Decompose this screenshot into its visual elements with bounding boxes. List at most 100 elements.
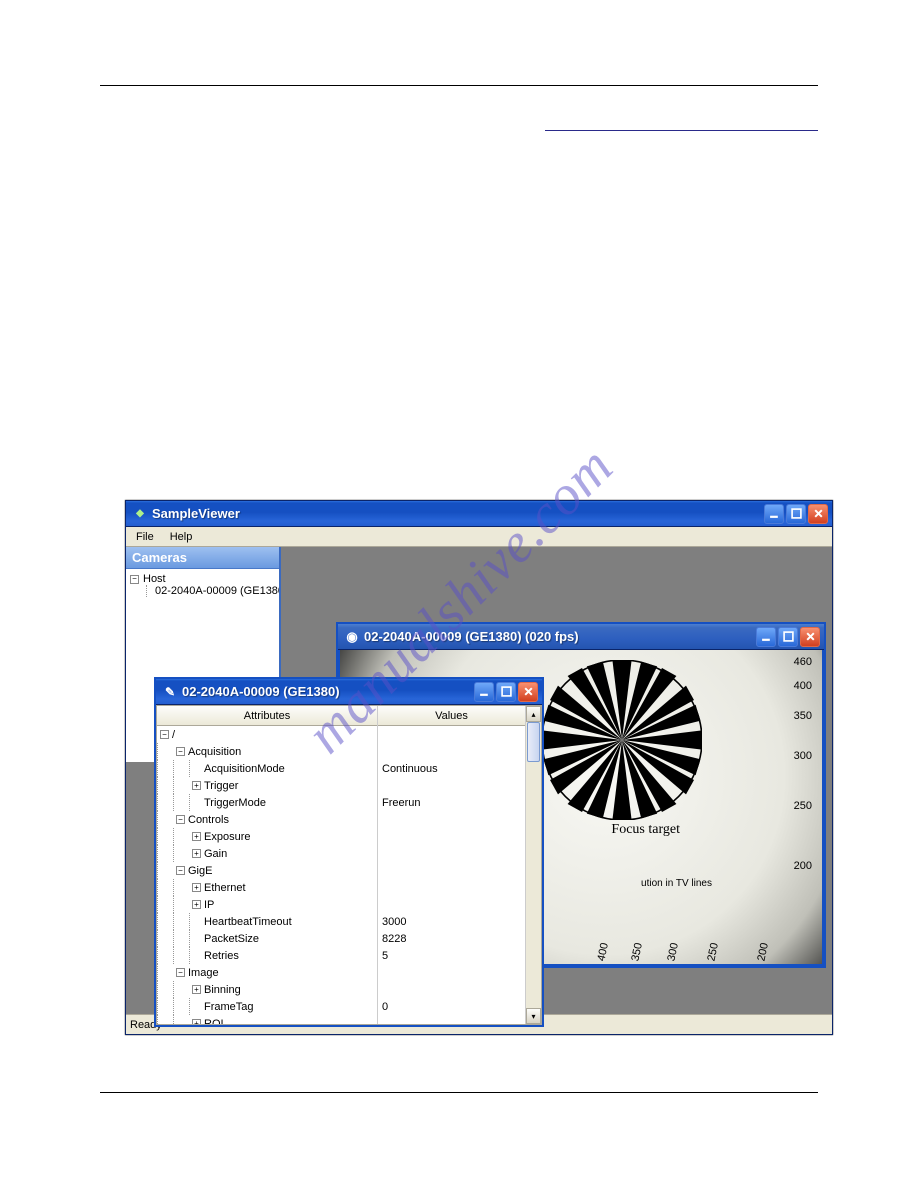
attr-value-cell[interactable] xyxy=(378,1015,525,1024)
tick-right: 350 xyxy=(794,710,812,722)
focus-target-label: Focus target xyxy=(611,822,680,838)
live-minimize-button[interactable] xyxy=(756,627,776,647)
tick-right: 400 xyxy=(794,680,812,692)
attr-value-cell[interactable] xyxy=(378,777,525,794)
main-titlebar[interactable]: ◆ SampleViewer xyxy=(126,501,832,527)
column-header-values[interactable]: Values xyxy=(378,706,525,726)
attr-tree-row[interactable]: −Image xyxy=(157,964,377,981)
attr-tree-row[interactable]: Retries xyxy=(157,947,377,964)
attr-value-cell[interactable] xyxy=(378,981,525,998)
expander-icon[interactable]: + xyxy=(192,883,201,892)
attr-value-cell[interactable] xyxy=(378,964,525,981)
attr-minimize-button[interactable] xyxy=(474,682,494,702)
scroll-thumb[interactable] xyxy=(527,722,540,762)
attr-tree-row[interactable]: −GigE xyxy=(157,862,377,879)
scroll-track[interactable] xyxy=(526,722,541,1008)
menu-file[interactable]: File xyxy=(128,529,162,545)
expander-icon[interactable]: + xyxy=(192,781,201,790)
attr-value-cell[interactable]: 5 xyxy=(378,947,525,964)
attr-close-button[interactable] xyxy=(518,682,538,702)
attr-tree-row[interactable]: +Gain xyxy=(157,845,377,862)
tick-right: 250 xyxy=(794,800,812,812)
expander-icon[interactable]: + xyxy=(192,849,201,858)
attr-tree-row[interactable]: +Ethernet xyxy=(157,879,377,896)
expander-icon[interactable]: − xyxy=(160,730,169,739)
attr-value-cell[interactable] xyxy=(378,828,525,845)
attr-label: TriggerMode xyxy=(204,797,266,809)
attr-value-cell[interactable] xyxy=(378,726,525,743)
attr-tree-row[interactable]: AcquisitionMode xyxy=(157,760,377,777)
wrench-icon: ✎ xyxy=(162,684,178,700)
attributes-window: ✎ 02-2040A-00009 (GE1380) Attributes −/−… xyxy=(154,677,544,1027)
attr-value-cell[interactable] xyxy=(378,845,525,862)
attr-label: Retries xyxy=(204,950,239,962)
attr-label: Gain xyxy=(204,848,227,860)
attr-label: / xyxy=(172,729,175,741)
expander-icon[interactable]: + xyxy=(192,832,201,841)
eye-icon: ◉ xyxy=(344,629,360,645)
attr-tree-row[interactable]: TriggerMode xyxy=(157,794,377,811)
expander-icon[interactable]: − xyxy=(176,968,185,977)
attr-tree-row[interactable]: HeartbeatTimeout xyxy=(157,913,377,930)
tick-right: 460 xyxy=(794,656,812,668)
tree-node-host[interactable]: − Host xyxy=(130,573,275,585)
attr-label: IP xyxy=(204,899,214,911)
attr-label: HeartbeatTimeout xyxy=(204,916,292,928)
tick-right: 200 xyxy=(794,860,812,872)
attr-tree-row[interactable]: −Controls xyxy=(157,811,377,828)
maximize-button[interactable] xyxy=(786,504,806,524)
menu-help[interactable]: Help xyxy=(162,529,201,545)
attr-maximize-button[interactable] xyxy=(496,682,516,702)
attr-value-cell[interactable] xyxy=(378,811,525,828)
mdi-client-area: Cameras − Host 02-2040A-00009 (GE1380) xyxy=(126,547,832,1014)
attr-value-cell[interactable] xyxy=(378,896,525,913)
attr-tree-row[interactable]: PacketSize xyxy=(157,930,377,947)
attr-tree-row[interactable]: +IP xyxy=(157,896,377,913)
live-close-button[interactable] xyxy=(800,627,820,647)
app-icon: ◆ xyxy=(132,506,148,522)
attr-vertical-scrollbar[interactable]: ▴ ▾ xyxy=(525,706,541,1024)
expander-icon[interactable]: − xyxy=(176,747,185,756)
attr-titlebar[interactable]: ✎ 02-2040A-00009 (GE1380) xyxy=(156,679,542,705)
attributes-grid[interactable]: Attributes −/−AcquisitionAcquisitionMode… xyxy=(156,705,542,1025)
attr-value-cell[interactable]: 8228 xyxy=(378,930,525,947)
expander-icon[interactable]: − xyxy=(176,866,185,875)
attr-value-cell[interactable]: 3000 xyxy=(378,913,525,930)
tree-node-camera[interactable]: 02-2040A-00009 (GE1380) xyxy=(155,585,275,597)
expander-icon[interactable]: − xyxy=(176,815,185,824)
live-maximize-button[interactable] xyxy=(778,627,798,647)
scroll-up-button[interactable]: ▴ xyxy=(526,706,541,722)
attr-label: AcquisitionMode xyxy=(204,763,285,775)
cameras-panel-header: Cameras xyxy=(126,547,279,569)
column-header-attributes[interactable]: Attributes xyxy=(157,706,377,726)
minimize-button[interactable] xyxy=(764,504,784,524)
attr-tree-row[interactable]: −Acquisition xyxy=(157,743,377,760)
close-button[interactable] xyxy=(808,504,828,524)
attr-label: Ethernet xyxy=(204,882,246,894)
expander-icon[interactable]: + xyxy=(192,985,201,994)
attr-tree-row[interactable]: +Binning xyxy=(157,981,377,998)
attr-tree-row[interactable]: +ROI xyxy=(157,1015,377,1024)
attr-value-cell[interactable]: Continuous xyxy=(378,760,525,777)
attr-tree-row[interactable]: −/ xyxy=(157,726,377,743)
main-window: ◆ SampleViewer File Help Cameras xyxy=(125,500,833,1035)
page-rule-top xyxy=(100,85,818,86)
attr-value-cell[interactable]: Freerun xyxy=(378,794,525,811)
attr-value-cell[interactable]: 0 xyxy=(378,998,525,1015)
resolution-label: ution in TV lines xyxy=(641,878,712,889)
live-titlebar[interactable]: ◉ 02-2040A-00009 (GE1380) (020 fps) xyxy=(338,624,824,650)
attr-value-cell[interactable] xyxy=(378,743,525,760)
attr-tree-row[interactable]: +Exposure xyxy=(157,828,377,845)
attr-label: FrameTag xyxy=(204,1001,254,1013)
attr-label: ROI xyxy=(204,1018,224,1025)
expander-icon[interactable]: − xyxy=(130,575,139,584)
expander-icon[interactable]: + xyxy=(192,1019,201,1024)
attr-value-cell[interactable] xyxy=(378,862,525,879)
page-rule-bottom xyxy=(100,1092,818,1093)
attr-value-cell[interactable] xyxy=(378,879,525,896)
scroll-down-button[interactable]: ▾ xyxy=(526,1008,541,1024)
attr-tree-row[interactable]: FrameTag xyxy=(157,998,377,1015)
attr-tree-row[interactable]: +Trigger xyxy=(157,777,377,794)
screenshot-region: ◆ SampleViewer File Help Cameras xyxy=(125,500,835,1040)
expander-icon[interactable]: + xyxy=(192,900,201,909)
